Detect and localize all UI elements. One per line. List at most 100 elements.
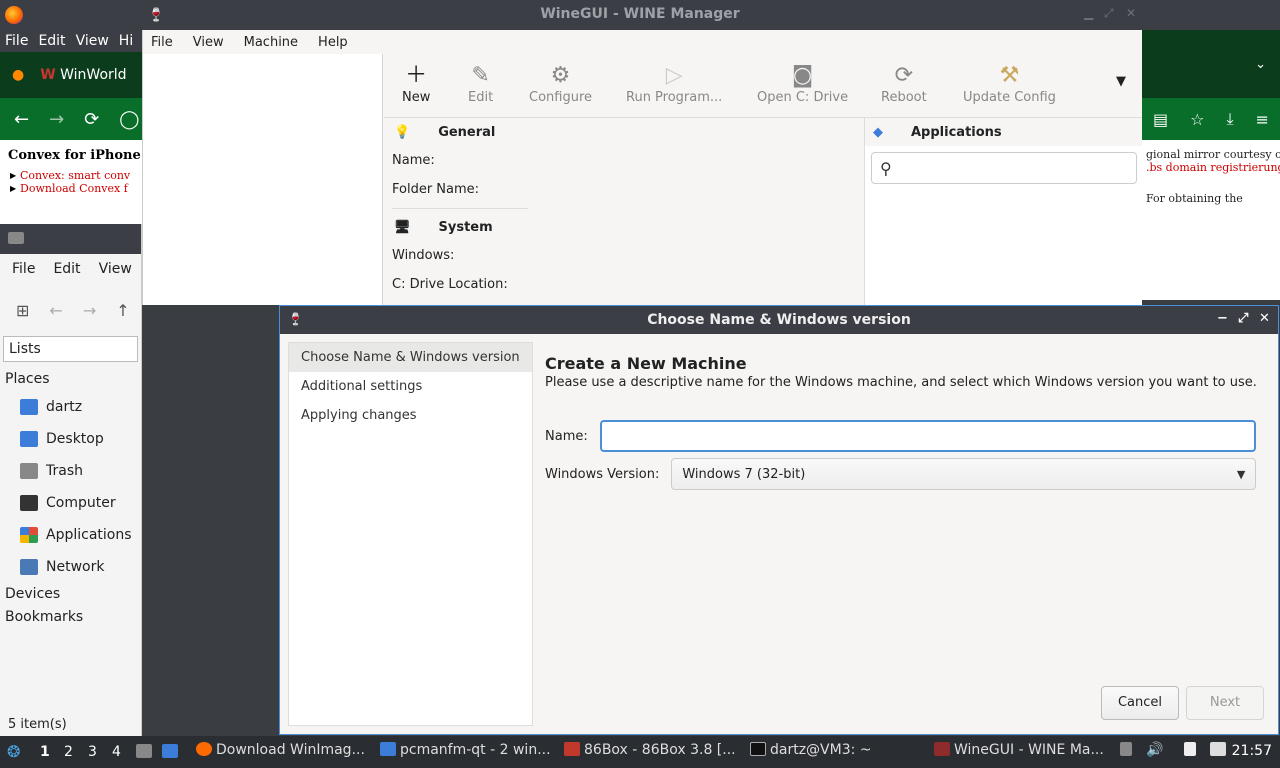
task-pcmanfm[interactable]: pcmanfm-qt - 2 win... — [380, 742, 551, 758]
page-heading: Create a New Machine — [545, 354, 747, 373]
bookmark-star-icon[interactable]: ☆ — [1190, 110, 1204, 129]
dialog-title: Choose Name & Windows version — [647, 312, 911, 328]
step-choose-name[interactable]: Choose Name & Windows version — [289, 343, 532, 372]
network-tray-icon[interactable] — [1210, 742, 1230, 758]
wizard-steps: Choose Name & Windows version Additional… — [288, 342, 533, 726]
up-icon[interactable]: ↑ — [116, 301, 129, 320]
close-icon[interactable]: ✕ — [1259, 311, 1270, 326]
windows-version-select[interactable]: Windows 7 (32-bit) ▼ — [671, 458, 1257, 490]
forward-icon[interactable]: → — [83, 301, 96, 320]
step-additional-settings[interactable]: Additional settings — [289, 372, 532, 401]
download-icon[interactable]: ⤓ — [1226, 109, 1233, 129]
menu-file[interactable]: File — [5, 33, 28, 49]
machine-details-panel: 💡 General Name: Folder Name: 🖥 System Wind… — [384, 118, 864, 305]
file-manager-launcher-icon[interactable] — [136, 744, 156, 760]
machine-name-input[interactable] — [599, 420, 1256, 452]
menu-view[interactable]: View — [193, 35, 224, 50]
reader-icon[interactable]: ▤ — [1153, 110, 1168, 129]
start-menu-icon[interactable]: ❂ — [7, 742, 20, 761]
menu-history[interactable]: Hi — [119, 33, 133, 49]
task-firefox[interactable]: Download WinImag... — [196, 742, 365, 758]
maximize-icon[interactable]: ⤢ — [1238, 311, 1248, 326]
task-winegui[interactable]: WineGUI - WINE Ma... — [934, 742, 1104, 758]
minimize-icon[interactable]: − — [1217, 311, 1228, 326]
menu-machine[interactable]: Machine — [244, 35, 298, 50]
firefox-tabstrip: ● W WinWorld — [0, 52, 142, 98]
configure-button[interactable]: ⚙ Configure — [529, 62, 592, 105]
tray-notes-icon[interactable] — [1184, 742, 1200, 758]
menu-view[interactable]: View — [99, 261, 132, 277]
link-item[interactable]: Convex: smart conv — [8, 169, 134, 182]
edit-button[interactable]: ✎ Edit — [468, 62, 493, 105]
hamburger-menu-icon[interactable]: ≡ — [1256, 110, 1269, 129]
workspace-4[interactable]: 4 — [112, 744, 121, 760]
link-item[interactable]: Download Convex f — [8, 182, 134, 195]
view-mode-select[interactable]: Lists — [3, 336, 138, 362]
firefox-view-icon[interactable]: ● — [12, 67, 24, 83]
task-86box[interactable]: 86Box - 86Box 3.8 [... — [564, 742, 736, 758]
section-divider — [392, 208, 528, 209]
run-program-button[interactable]: ▷ Run Program... — [626, 62, 722, 105]
chevron-down-icon[interactable]: ⌄ — [1255, 57, 1266, 72]
menu-file[interactable]: File — [151, 35, 173, 50]
bookmarks-header[interactable]: Bookmarks — [0, 606, 141, 629]
new-button[interactable]: ＋ New — [402, 62, 430, 105]
page-heading: Convex for iPhone — [8, 148, 141, 163]
page-content: Convex for iPhone Convex: smart conv Dow… — [0, 140, 142, 203]
place-network[interactable]: Network — [0, 551, 141, 583]
reboot-button[interactable]: ⟳ Reboot — [881, 62, 927, 105]
cancel-button[interactable]: Cancel — [1101, 686, 1179, 720]
machine-list[interactable] — [143, 54, 383, 305]
workspace-3[interactable]: 3 — [88, 744, 97, 760]
file-manager-menubar: File Edit View — [0, 254, 141, 284]
volume-icon[interactable]: 🔊 — [1146, 742, 1163, 758]
toolbar-overflow-button[interactable]: ▼ — [1116, 74, 1126, 89]
place-computer[interactable]: Computer — [0, 487, 141, 519]
menu-help[interactable]: Help — [318, 35, 348, 50]
page-content-right: gional mirror courtesy of .bs domain reg… — [1142, 140, 1280, 213]
place-applications[interactable]: Applications — [0, 519, 141, 551]
firefox-menubar: File Edit View Hi — [0, 30, 142, 52]
shield-icon[interactable]: ◯ — [119, 109, 139, 130]
places-panel: Places dartz Desktop Trash Computer Appl… — [0, 362, 141, 629]
applications-search-input[interactable]: ⚲ — [871, 152, 1137, 184]
back-icon[interactable]: ← — [49, 301, 62, 320]
place-desktop[interactable]: Desktop — [0, 423, 141, 455]
open-c-drive-button[interactable]: ◙ Open C: Drive — [757, 62, 848, 105]
file-manager-toolbar: ⊞ ← → ↑ — [0, 284, 141, 336]
step-applying-changes[interactable]: Applying changes — [289, 401, 532, 430]
applications-list[interactable] — [865, 190, 1142, 300]
computer-icon: 🖥 — [394, 219, 411, 235]
new-tab-icon[interactable]: ⊞ — [16, 301, 29, 320]
desktop-icon — [20, 431, 38, 447]
place-trash[interactable]: Trash — [0, 455, 141, 487]
menu-view[interactable]: View — [76, 33, 109, 49]
clock[interactable]: 21:57 — [1232, 743, 1272, 759]
back-icon[interactable]: ← — [14, 109, 29, 130]
workspace-1[interactable]: 1 — [40, 744, 50, 760]
next-button[interactable]: Next — [1186, 686, 1264, 720]
maximize-icon[interactable]: ⤢ — [1104, 6, 1114, 21]
reload-icon[interactable]: ⟳ — [84, 109, 99, 130]
places-header[interactable]: Places — [0, 368, 141, 391]
tab-winworld[interactable]: W WinWorld — [40, 67, 126, 83]
tray-clipboard-icon[interactable] — [1120, 742, 1136, 758]
menu-file[interactable]: File — [12, 261, 35, 277]
windows-version-label: Windows Version: — [545, 466, 660, 482]
minimize-icon[interactable]: ▁ — [1084, 6, 1093, 20]
folder-name-label: Folder Name: — [392, 182, 480, 197]
lightbulb-icon: 💡 — [394, 124, 411, 140]
show-desktop-icon[interactable] — [162, 744, 182, 760]
task-terminal[interactable]: dartz@VM3: ~ — [750, 742, 872, 758]
menu-edit[interactable]: Edit — [38, 33, 65, 49]
firefox-window-right: ⌄ ▤ ☆ ⤓ ≡ gional mirror courtesy of .bs … — [1142, 30, 1280, 300]
link-item[interactable]: .bs domain registrierung — [1146, 161, 1280, 174]
place-dartz[interactable]: dartz — [0, 391, 141, 423]
menu-edit[interactable]: Edit — [53, 261, 80, 277]
devices-header[interactable]: Devices — [0, 583, 141, 606]
close-icon[interactable]: ✕ — [1126, 6, 1136, 20]
dialog-titlebar: 🍷 Choose Name & Windows version − ⤢ ✕ — [280, 306, 1278, 334]
update-config-button[interactable]: ⚒ Update Config — [963, 62, 1056, 105]
workspace-2[interactable]: 2 — [64, 744, 73, 760]
forward-icon[interactable]: → — [49, 109, 64, 130]
